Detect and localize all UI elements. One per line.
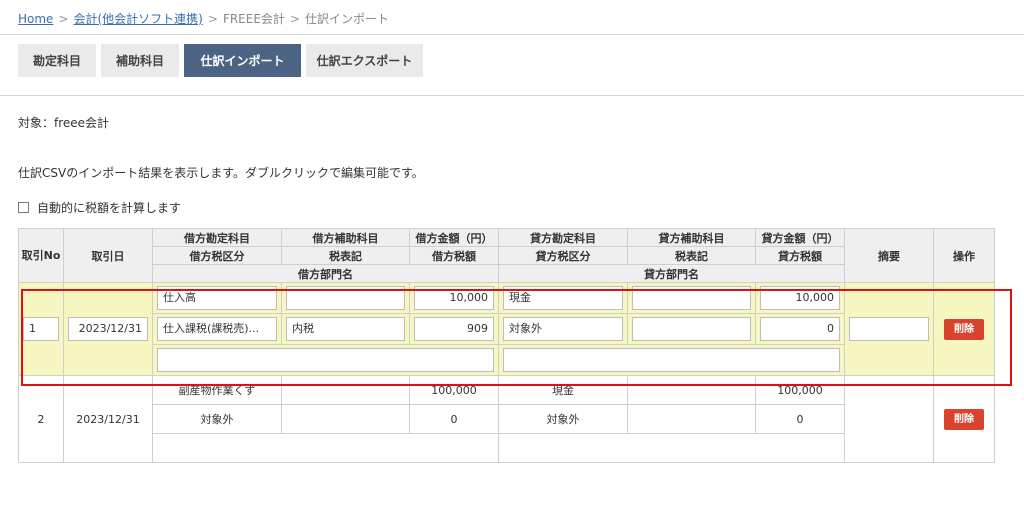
col-header-debit-sub: 借方補助科目 — [281, 228, 410, 247]
debit-tax-cell: 909 — [409, 313, 499, 345]
debit-tax-notation-cell: 内税 — [281, 313, 410, 345]
action-cell: 削除 — [933, 282, 995, 376]
row-no-cell: 2 — [18, 375, 64, 463]
credit-sub-cell — [627, 375, 756, 405]
target-label: 対象：freee会計 — [18, 116, 110, 130]
memo-cell — [844, 282, 934, 376]
credit-amount-cell: 10,000 — [755, 282, 845, 314]
auto-tax-option[interactable]: 自動的に税額を計算します — [18, 199, 181, 216]
memo-input[interactable] — [849, 317, 929, 341]
credit-tax-notation-cell — [627, 313, 756, 345]
credit-account-cell: 現金 — [498, 375, 628, 405]
breadcrumb-separator: > — [58, 12, 69, 26]
credit-sub-input[interactable] — [632, 286, 751, 310]
debit-sub-cell — [281, 282, 410, 314]
debit-dept-input[interactable] — [157, 348, 494, 372]
breadcrumb-separator: > — [289, 12, 300, 26]
debit-tax-notation-input[interactable]: 内税 — [286, 317, 405, 341]
credit-sub-cell — [627, 282, 756, 314]
col-header-credit-dept: 貸方部門名 — [498, 264, 845, 283]
col-header-debit-dept: 借方部門名 — [152, 264, 499, 283]
delete-button[interactable]: 削除 — [944, 408, 984, 430]
tab-account-items[interactable]: 勘定科目 — [18, 44, 96, 77]
col-header-tax-notation: 税表記 — [281, 246, 410, 265]
description-text: 仕訳CSVのインポート結果を表示します。ダブルクリックで編集可能です。 — [18, 166, 424, 180]
col-header-memo: 摘要 — [844, 228, 934, 283]
auto-tax-checkbox[interactable] — [18, 202, 29, 213]
header-divider — [0, 34, 1024, 35]
debit-amount-input[interactable]: 10,000 — [414, 286, 494, 310]
credit-tax-class-input[interactable]: 対象外 — [503, 317, 623, 341]
row-date-cell: 2023/12/31 — [63, 375, 153, 463]
action-cell: 削除 — [933, 375, 995, 463]
credit-tax-notation-input[interactable] — [632, 317, 751, 341]
row-no-input[interactable]: 1 — [23, 317, 59, 341]
debit-tax-cell: 0 — [409, 404, 499, 434]
debit-amount-cell: 10,000 — [409, 282, 499, 314]
auto-tax-label: 自動的に税額を計算します — [37, 201, 182, 215]
credit-tax-input[interactable]: 0 — [760, 317, 840, 341]
tab-bar: 勘定科目 補助科目 仕訳インポート 仕訳エクスポート — [18, 44, 428, 77]
debit-tax-class-cell: 対象外 — [152, 404, 282, 434]
date-input[interactable]: 2023/12/31 — [68, 317, 148, 341]
memo-cell — [844, 375, 934, 463]
credit-amount-cell: 100,000 — [755, 375, 845, 405]
credit-tax-class-cell: 対象外 — [498, 313, 628, 345]
tab-journal-import[interactable]: 仕訳インポート — [184, 44, 301, 77]
col-header-credit-amount: 貸方金額（円） — [755, 228, 845, 247]
credit-tax-cell: 0 — [755, 313, 845, 345]
col-header-date: 取引日 — [63, 228, 153, 283]
credit-account-input[interactable]: 現金 — [503, 286, 623, 310]
col-header-tax-notation: 税表記 — [627, 246, 756, 265]
debit-account-input[interactable]: 仕入高 — [157, 286, 277, 310]
debit-account-cell: 仕入高 — [152, 282, 282, 314]
breadcrumb-separator: > — [207, 12, 218, 26]
table-row: 1 2023/12/31 仕入高 10,000 現金 10,000 削除 — [18, 282, 995, 376]
tabs-divider — [0, 95, 1024, 96]
row-no-cell: 1 — [18, 282, 64, 376]
credit-dept-input[interactable] — [503, 348, 840, 372]
credit-amount-input[interactable]: 10,000 — [760, 286, 840, 310]
breadcrumb-home-link[interactable]: Home — [18, 12, 53, 26]
debit-tax-input[interactable]: 909 — [414, 317, 494, 341]
credit-tax-notation-cell — [627, 404, 756, 434]
col-header-credit-tax: 貸方税額 — [755, 246, 845, 265]
debit-sub-cell — [281, 375, 410, 405]
table-row[interactable]: 2 2023/12/31 副産物作業くず 100,000 現金 100,000 … — [18, 375, 995, 463]
tab-sub-accounts[interactable]: 補助科目 — [101, 44, 179, 77]
debit-amount-cell: 100,000 — [409, 375, 499, 405]
tab-journal-export[interactable]: 仕訳エクスポート — [306, 44, 423, 77]
credit-dept-cell — [498, 344, 845, 376]
breadcrumb: Home > 会計(他会計ソフト連携) > FREEE会計 > 仕訳インポート — [18, 10, 389, 27]
row-date-cell: 2023/12/31 — [63, 282, 153, 376]
col-header-debit-account: 借方勘定科目 — [152, 228, 282, 247]
debit-tax-class-cell: 仕入課税(課税売)... — [152, 313, 282, 345]
journal-table: 取引No 取引日 借方勘定科目 借方補助科目 借方金額（円） 貸方勘定科目 貸方… — [18, 228, 995, 463]
debit-sub-input[interactable] — [286, 286, 405, 310]
col-header-credit-tax-class: 貸方税区分 — [498, 246, 628, 265]
credit-tax-class-cell: 対象外 — [498, 404, 628, 434]
debit-dept-cell — [152, 344, 499, 376]
col-header-debit-amount: 借方金額（円） — [409, 228, 499, 247]
col-header-debit-tax-class: 借方税区分 — [152, 246, 282, 265]
breadcrumb-current: 仕訳インポート — [305, 12, 390, 26]
breadcrumb-integration-link[interactable]: 会計(他会計ソフト連携) — [74, 12, 203, 26]
debit-dept-cell — [152, 433, 499, 463]
debit-tax-notation-cell — [281, 404, 410, 434]
col-header-credit-sub: 貸方補助科目 — [627, 228, 756, 247]
credit-tax-cell: 0 — [755, 404, 845, 434]
debit-tax-class-input[interactable]: 仕入課税(課税売)... — [157, 317, 277, 341]
debit-account-cell: 副産物作業くず — [152, 375, 282, 405]
delete-button[interactable]: 削除 — [944, 318, 984, 340]
col-header-action: 操作 — [933, 228, 995, 283]
credit-account-cell: 現金 — [498, 282, 628, 314]
breadcrumb-freee: FREEE会計 — [222, 12, 285, 26]
col-header-debit-tax: 借方税額 — [409, 246, 499, 265]
col-header-no: 取引No — [18, 228, 64, 283]
col-header-credit-account: 貸方勘定科目 — [498, 228, 628, 247]
credit-dept-cell — [498, 433, 845, 463]
